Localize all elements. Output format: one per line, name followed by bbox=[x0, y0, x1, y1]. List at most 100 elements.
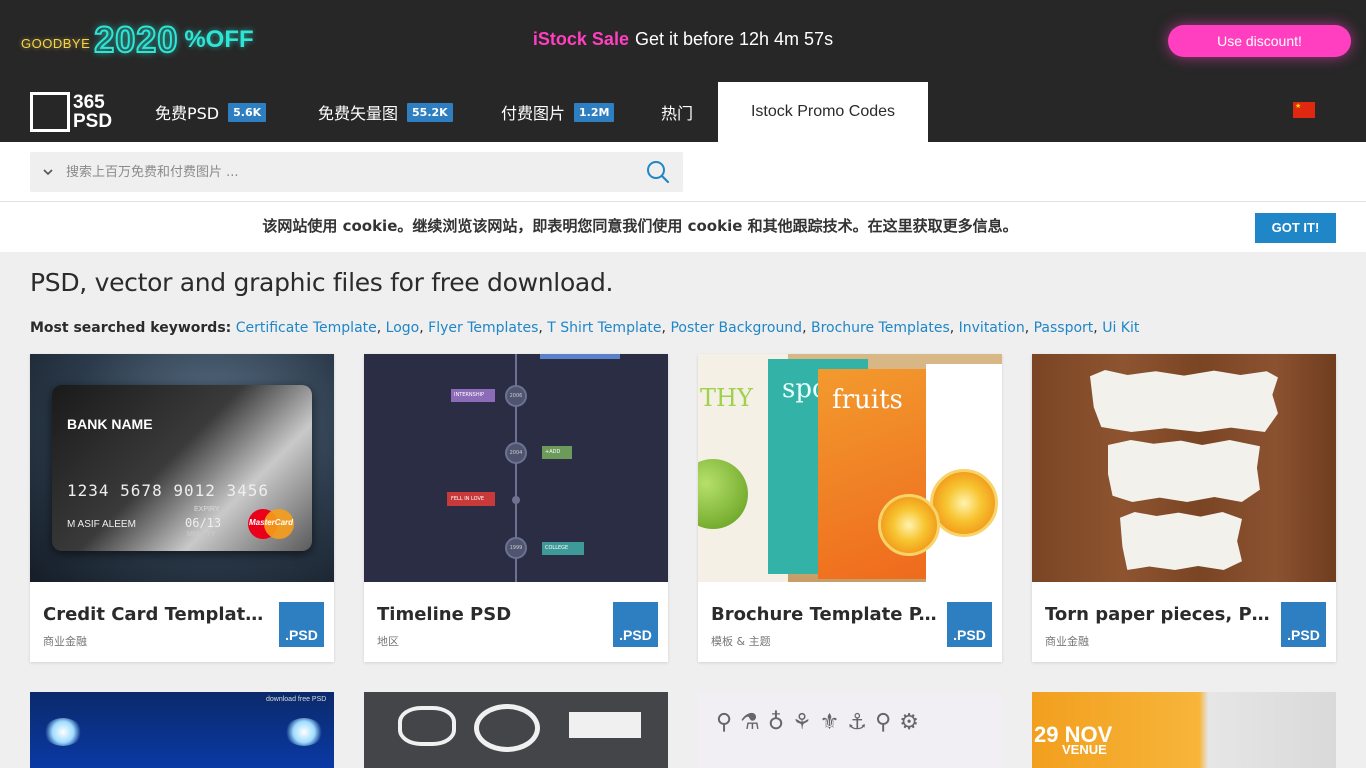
timeline-year-node: 2006 bbox=[505, 385, 527, 407]
card-thumbnail: ⚲⚗♁⚘⚜⚓⚲⚙ bbox=[698, 692, 1002, 768]
orange-image bbox=[930, 469, 998, 537]
timeline-year-node: 1999 bbox=[505, 537, 527, 559]
nav-item-free-psd[interactable]: 免费PSD 5.6K bbox=[155, 82, 267, 142]
keyword-link[interactable]: Logo bbox=[386, 320, 420, 336]
keyword-link[interactable]: Certificate Template bbox=[236, 320, 377, 336]
promo-countdown: Get it before 12h 4m 57s bbox=[634, 29, 834, 49]
resource-card-partial[interactable]: download free PSD bbox=[30, 692, 334, 768]
keyword-link[interactable]: Flyer Templates bbox=[428, 320, 538, 336]
psd-file-badge: .PSD bbox=[279, 602, 324, 647]
card-category[interactable]: 地区 bbox=[377, 633, 399, 649]
paper-piece bbox=[1090, 370, 1278, 432]
logo-number: 365 bbox=[73, 92, 105, 113]
card-thumbnail: THY spo fruits bbox=[698, 354, 1002, 582]
search-box bbox=[30, 152, 683, 192]
flyer-venue: VENUE bbox=[1062, 742, 1107, 757]
chevron-down-icon[interactable] bbox=[30, 152, 66, 192]
card-category[interactable]: 商业金融 bbox=[1045, 633, 1089, 649]
nav-item-istock-promo-codes[interactable]: Istock Promo Codes bbox=[718, 82, 928, 142]
keyword-link[interactable]: Ui Kit bbox=[1102, 320, 1139, 336]
card-mm-yy: MM YY bbox=[187, 531, 216, 538]
travel-icons-row: ⚲⚗♁⚘⚜⚓⚲⚙ bbox=[716, 710, 927, 735]
main-nav: 365 PSD 免费PSD 5.6K 免费矢量图 55.2K 付费图片 1.2M… bbox=[0, 82, 1366, 142]
brochure-word: fruits bbox=[832, 385, 903, 415]
resource-card-partial[interactable]: ⚲⚗♁⚘⚜⚓⚲⚙ bbox=[698, 692, 1002, 768]
ribbon-banner-icon bbox=[569, 712, 641, 738]
promo-brand: iStock Sale bbox=[532, 29, 629, 49]
china-flag-icon[interactable]: ★ bbox=[1293, 102, 1315, 118]
card-holder: M ASIF ALEEM bbox=[67, 519, 136, 530]
page-title: PSD, vector and graphic files for free d… bbox=[30, 268, 614, 297]
badge-shape-icon bbox=[398, 706, 456, 746]
apple-image bbox=[698, 459, 748, 529]
search-input[interactable] bbox=[66, 152, 633, 192]
timeline-dot bbox=[512, 496, 520, 504]
timeline-tag-add: +ADD bbox=[542, 446, 572, 459]
orange-image bbox=[878, 494, 940, 556]
nav-item-popular[interactable]: 热门 bbox=[661, 82, 693, 142]
card-title[interactable]: Credit Card Template ... bbox=[43, 604, 271, 625]
paper-piece bbox=[1120, 512, 1242, 570]
most-searched-keywords: Most searched keywords: Certificate Temp… bbox=[30, 320, 1140, 336]
card-title[interactable]: Brochure Template P... bbox=[711, 604, 939, 625]
keyword-link[interactable]: Brochure Templates bbox=[811, 320, 950, 336]
thumbnail-watermark: download free PSD bbox=[266, 696, 327, 703]
timeline-tag-internship: INTERNSHIP bbox=[451, 389, 495, 402]
logo-psd: PSD bbox=[73, 111, 113, 132]
spotlight-left-image bbox=[44, 718, 82, 746]
card-title[interactable]: Torn paper pieces, PS... bbox=[1045, 604, 1273, 625]
card-category[interactable]: 商业金融 bbox=[43, 633, 87, 649]
badge-shape-icon bbox=[474, 704, 540, 752]
keyword-link[interactable]: Passport bbox=[1034, 320, 1094, 336]
credit-card-image: BANK NAME 1234 5678 9012 3456 M ASIF ALE… bbox=[52, 385, 312, 551]
keyword-link[interactable]: T Shirt Template bbox=[547, 320, 661, 336]
resource-card[interactable]: Torn paper pieces, PS... 商业金融 .PSD bbox=[1032, 354, 1336, 662]
keyword-link[interactable]: Poster Background bbox=[670, 320, 802, 336]
psd-file-badge: .PSD bbox=[947, 602, 992, 647]
timeline-tag-love: FELL IN LOVE bbox=[447, 492, 495, 506]
nav-item-label: 免费PSD bbox=[155, 104, 220, 123]
use-discount-button[interactable]: Use discount! bbox=[1168, 25, 1351, 57]
site-logo[interactable]: 365 PSD bbox=[30, 92, 112, 132]
nav-item-free-vectors[interactable]: 免费矢量图 55.2K bbox=[318, 82, 453, 142]
resource-card[interactable]: 2006 2004 1999 INTERNSHIP +ADD FELL IN L… bbox=[364, 354, 668, 662]
mastercard-text: MasterCard bbox=[249, 518, 294, 527]
keywords-label: Most searched keywords: bbox=[30, 320, 232, 336]
got-it-button[interactable]: GOT IT! bbox=[1255, 213, 1336, 243]
resource-card-partial[interactable]: 29 NOV VENUE bbox=[1032, 692, 1336, 768]
brochure-word: THY bbox=[700, 384, 753, 412]
mastercard-logo-icon: MasterCard bbox=[248, 509, 294, 539]
card-thumbnail: download free PSD bbox=[30, 692, 334, 768]
nav-item-paid-images[interactable]: 付费图片 1.2M bbox=[501, 82, 615, 142]
card-expiry: 06/13 bbox=[185, 516, 222, 530]
card-thumbnail: 2006 2004 1999 INTERNSHIP +ADD FELL IN L… bbox=[364, 354, 668, 582]
keyword-link[interactable]: Invitation bbox=[959, 320, 1025, 336]
resource-card[interactable]: THY spo fruits Brochure Template P... 模板… bbox=[698, 354, 1002, 662]
card-bank-name: BANK NAME bbox=[67, 416, 153, 432]
timeline-year-node: 2004 bbox=[505, 442, 527, 464]
cookie-text: 该网站使用 cookie。继续浏览该网站，即表明您同意我们使用 cookie 和… bbox=[262, 217, 1018, 235]
card-thumbnail bbox=[364, 692, 668, 768]
card-title[interactable]: Timeline PSD bbox=[377, 604, 605, 625]
psd-file-badge: .PSD bbox=[1281, 602, 1326, 647]
psd-file-badge: .PSD bbox=[613, 602, 658, 647]
spotlight-right-image bbox=[285, 718, 323, 746]
paper-piece bbox=[1108, 440, 1260, 502]
nav-count-badge: 1.2M bbox=[574, 102, 615, 122]
nav-item-label: 热门 bbox=[661, 104, 694, 123]
promo-banner: GOODBYE 2020 %OFF iStock Sale Get it befo… bbox=[0, 0, 1366, 82]
card-thumbnail: BANK NAME 1234 5678 9012 3456 M ASIF ALE… bbox=[30, 354, 334, 582]
timeline-tag-college: COLLEGE bbox=[542, 542, 584, 555]
logo-square bbox=[30, 92, 70, 132]
card-category[interactable]: 模板 & 主题 bbox=[711, 633, 771, 649]
card-thumbnail bbox=[1032, 354, 1336, 582]
nav-item-label: 免费矢量图 bbox=[318, 104, 399, 123]
resource-card[interactable]: BANK NAME 1234 5678 9012 3456 M ASIF ALE… bbox=[30, 354, 334, 662]
cookie-notice: 该网站使用 cookie。继续浏览该网站，即表明您同意我们使用 cookie 和… bbox=[0, 202, 1366, 252]
nav-count-badge: 55.2K bbox=[407, 102, 453, 122]
card-thumbnail: 29 NOV VENUE bbox=[1032, 692, 1336, 768]
card-expiry-label: EXPIRY bbox=[194, 506, 220, 513]
search-icon[interactable] bbox=[633, 152, 683, 192]
nav-count-badge: 5.6K bbox=[228, 102, 267, 122]
resource-card-partial[interactable] bbox=[364, 692, 668, 768]
